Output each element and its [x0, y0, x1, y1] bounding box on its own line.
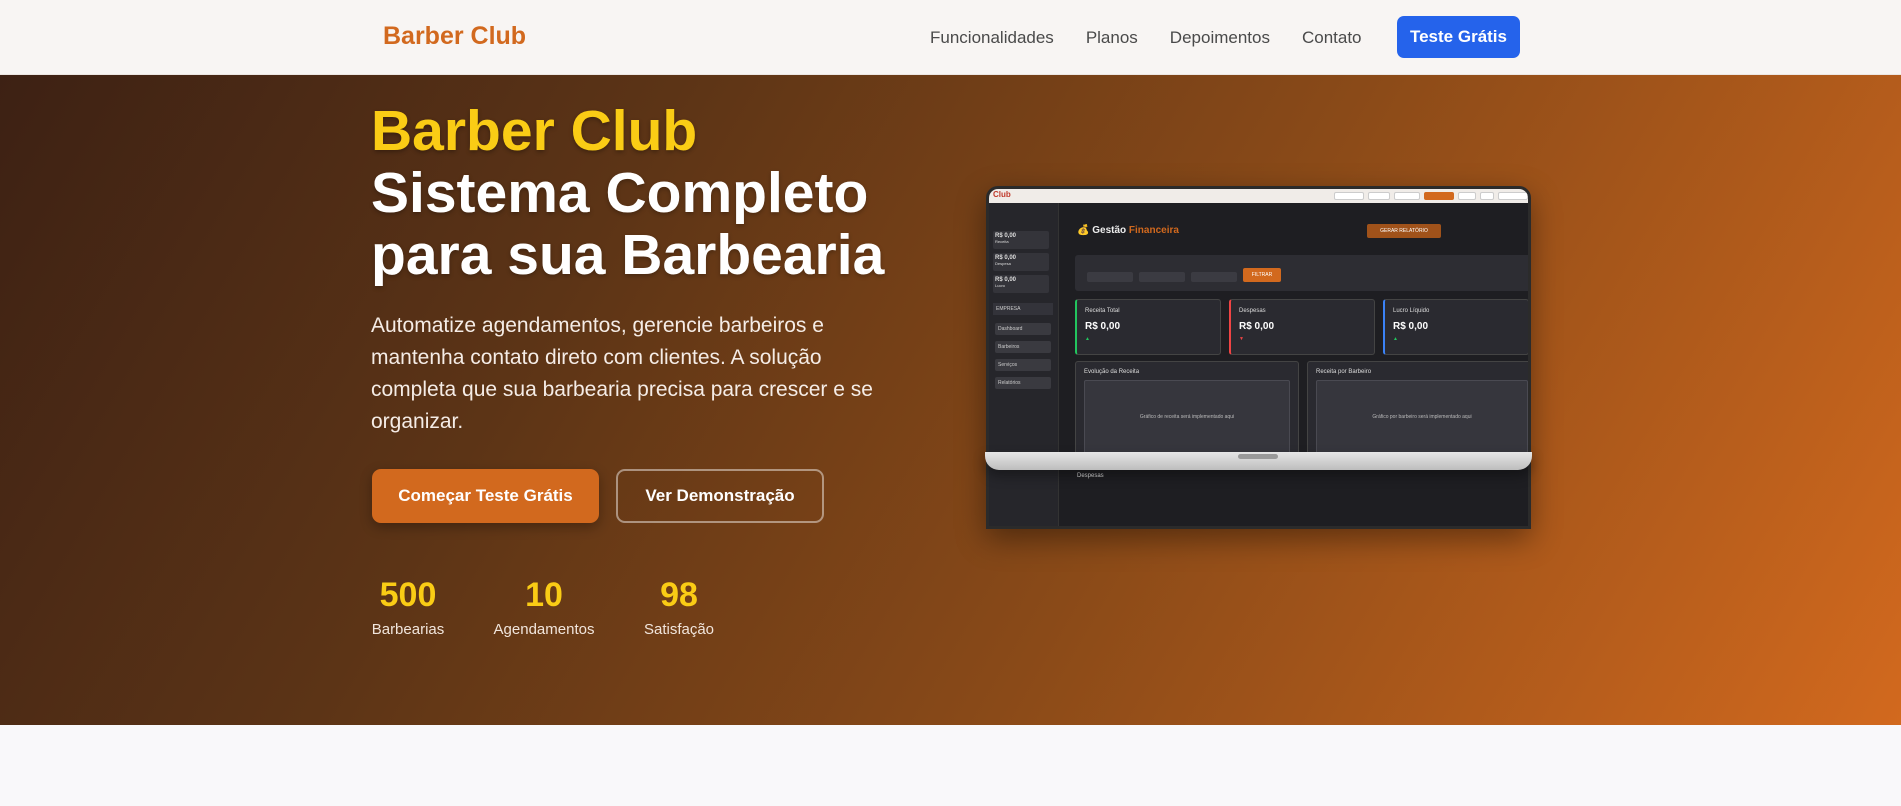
stat-agendamentos: 10 Agendamentos: [493, 575, 595, 638]
mockup-panel-body: Gráfico de receita será implementado aqu…: [1084, 380, 1290, 454]
mockup-card-label: Lucro: [995, 283, 1006, 288]
mockup-filter-button: FILTRAR: [1243, 268, 1281, 282]
mockup-card-label: Despesa: [995, 261, 1011, 266]
mockup-page-title: 💰 Gestão Financeira: [1077, 225, 1179, 236]
mockup-kpi-sub: ▲: [1393, 336, 1398, 342]
stat-satisfacao: 98 Satisfação: [643, 575, 715, 638]
mockup-topbar-button: [1334, 192, 1364, 200]
stat-value: 98: [660, 576, 698, 614]
hero-title-brand: Barber Club: [371, 99, 698, 163]
mockup-filter-field: [1191, 272, 1237, 282]
hero-section: Barber Club Sistema Completo para sua Ba…: [0, 75, 1901, 725]
nav-links: Funcionalidades Planos Depoimentos Conta…: [930, 0, 1394, 75]
mockup-topbar: Club: [989, 189, 1528, 203]
mockup-panel-by-barber: Receita por Barbeiro Gráfico por barbeir…: [1307, 361, 1528, 463]
mockup-sidebar-card: R$ 0,00 Lucro: [993, 275, 1049, 293]
navbar: Barber Club Funcionalidades Planos Depoi…: [0, 0, 1901, 75]
nav-link-planos[interactable]: Planos: [1086, 28, 1138, 48]
mockup-sidebar-card: R$ 0,00 Receita: [993, 231, 1049, 249]
mockup-main: 💰 Gestão Financeira GERAR RELATÓRIO FILT…: [1067, 203, 1528, 526]
mockup-panel-title: Receita por Barbeiro: [1316, 369, 1372, 375]
mockup-filter-field: [1139, 272, 1185, 282]
stat-label: Satisfação: [643, 621, 715, 638]
mockup-card-label: Receita: [995, 239, 1009, 244]
mockup-title-plain: Gestão: [1092, 225, 1127, 236]
mockup-kpi-title: Receita Total: [1085, 308, 1120, 314]
mockup-kpi-receita: Receita Total R$ 0,00 ▲: [1075, 299, 1221, 355]
mockup-topbar-button-active: [1424, 192, 1454, 200]
mockup-report-button: GERAR RELATÓRIO: [1367, 224, 1441, 238]
mockup-panel-revenue: Evolução da Receita Gráfico de receita s…: [1075, 361, 1299, 463]
mockup-menu-item: Barbeiros: [995, 341, 1051, 353]
stat-value: 500: [379, 576, 437, 614]
stat-label: Agendamentos: [493, 621, 595, 638]
free-trial-button[interactable]: Teste Grátis: [1397, 16, 1520, 58]
mockup-sidebar-card: R$ 0,00 Despesa: [993, 253, 1049, 271]
mockup-title-accent: Financeira: [1128, 225, 1179, 236]
mockup-kpi-value: R$ 0,00: [1239, 321, 1275, 332]
nav-link-funcionalidades[interactable]: Funcionalidades: [930, 28, 1054, 48]
nav-link-depoimentos[interactable]: Depoimentos: [1170, 28, 1270, 48]
mockup-kpi-sub: ▲: [1085, 336, 1090, 342]
mockup-kpi-value: R$ 0,00: [1393, 321, 1429, 332]
next-section: [0, 725, 1901, 806]
mockup-kpi-value: R$ 0,00: [1085, 321, 1121, 332]
nav-link-contato[interactable]: Contato: [1302, 28, 1362, 48]
mockup-kpi-lucro: Lucro Líquido R$ 0,00 ▲: [1383, 299, 1528, 355]
mockup-filter-box: FILTRAR: [1075, 255, 1528, 291]
stat-value: 10: [525, 576, 563, 614]
stat-label: Barbearias: [371, 621, 445, 638]
mockup-panel-body: Gráfico por barbeiro será implementado a…: [1316, 380, 1528, 454]
mockup-topbar-button: [1480, 192, 1494, 200]
mockup-sidebar: R$ 0,00 Receita R$ 0,00 Despesa R$ 0,00 …: [989, 203, 1059, 526]
hero-title: Sistema Completo para sua Barbearia: [371, 161, 885, 287]
mockup-menu-item: Dashboard: [995, 323, 1051, 335]
mockup-filter-field: [1087, 272, 1133, 282]
mockup-topbar-button: [1368, 192, 1390, 200]
view-demo-button[interactable]: Ver Demonstração: [616, 469, 824, 523]
mockup-logo: Club: [993, 190, 1011, 199]
brand-logo[interactable]: Barber Club: [383, 22, 526, 51]
mockup-kpi-sub: ▼: [1239, 336, 1244, 342]
mockup-sidebar-section: EMPRESA: [993, 303, 1053, 315]
mockup-topbar-button: [1458, 192, 1476, 200]
mockup-topbar-button: [1498, 192, 1528, 200]
money-bag-icon: 💰: [1077, 225, 1090, 236]
mockup-expenses-title: Despesas: [1077, 473, 1104, 479]
hero-description: Automatize agendamentos, gerencie barbei…: [371, 314, 873, 433]
mockup-kpi-title: Despesas: [1239, 308, 1266, 314]
mockup-kpi-title: Lucro Líquido: [1393, 308, 1430, 314]
mockup-topbar-button: [1394, 192, 1420, 200]
mockup-menu-item: Serviços: [995, 359, 1051, 371]
laptop-notch: [1238, 454, 1278, 459]
laptop-mockup-screen: Club R$ 0,00 Receita R$ 0,00 Despesa R$ …: [986, 186, 1531, 529]
mockup-panel-title: Evolução da Receita: [1084, 369, 1140, 375]
start-free-trial-button[interactable]: Começar Teste Grátis: [372, 469, 599, 523]
stat-barbearias: 500 Barbearias: [371, 575, 445, 638]
mockup-menu-item: Relatórios: [995, 377, 1051, 389]
mockup-kpi-despesas: Despesas R$ 0,00 ▼: [1229, 299, 1375, 355]
